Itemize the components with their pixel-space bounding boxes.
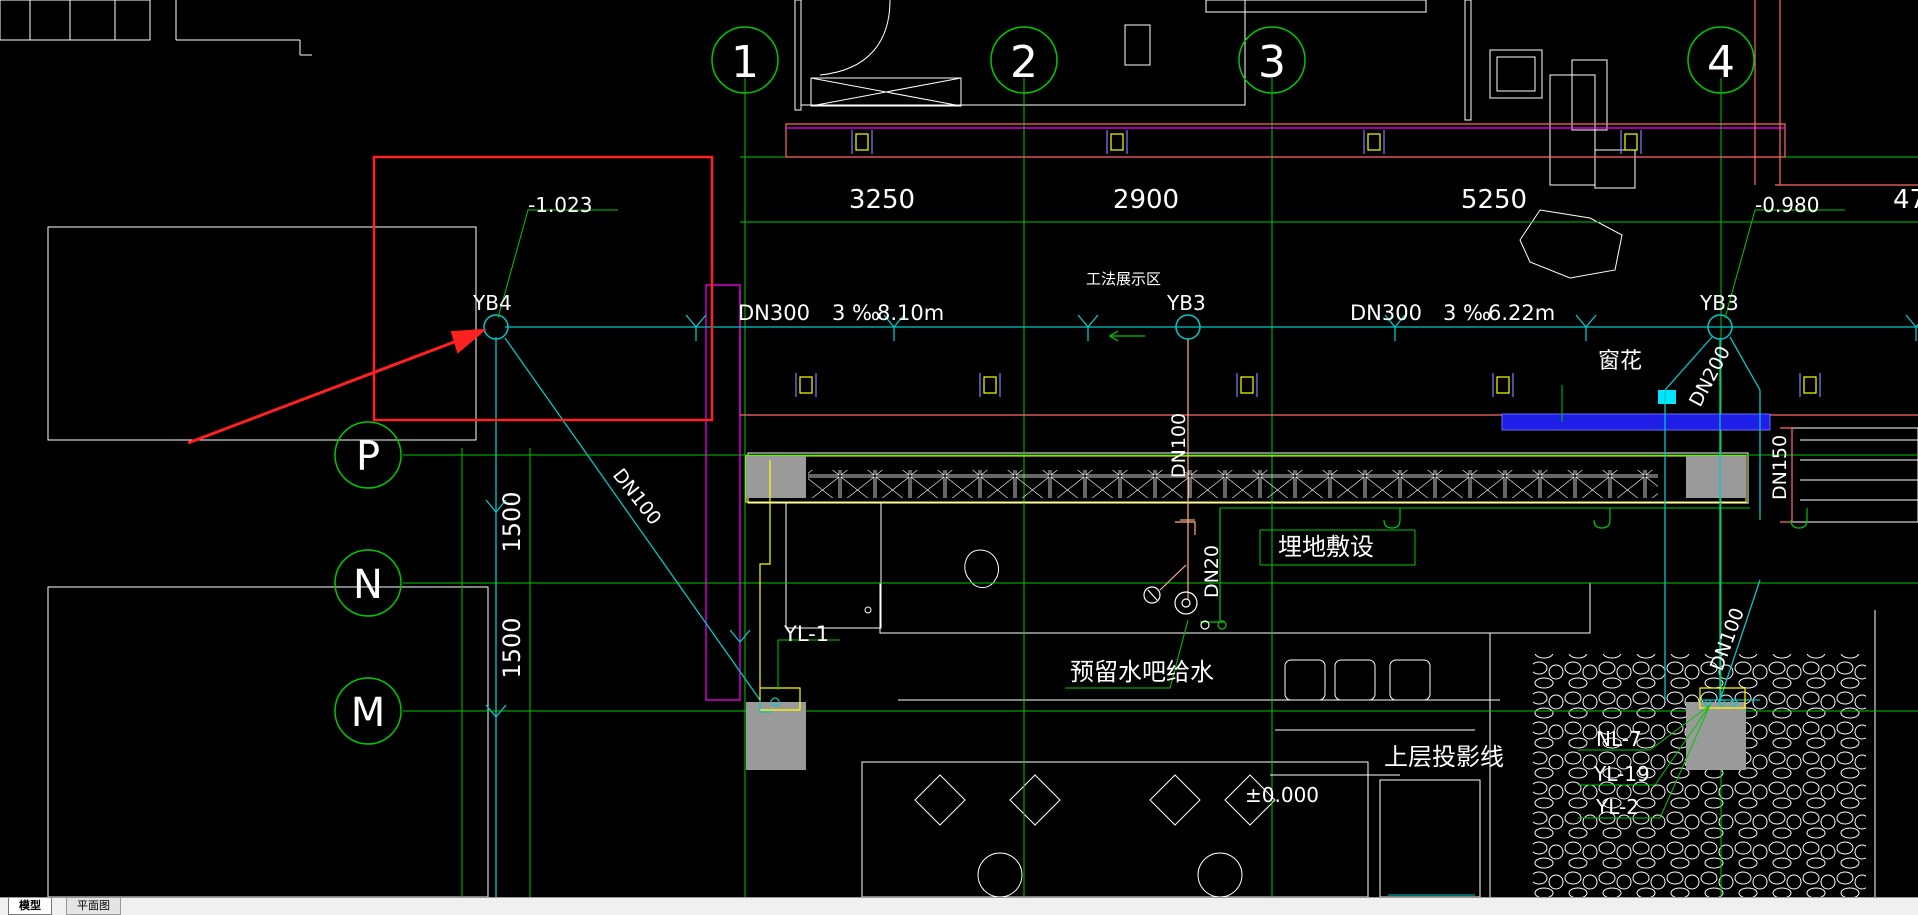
pipe-dn20: DN20 <box>1201 545 1223 598</box>
elevation-zero: ±0.000 <box>1245 783 1319 807</box>
layout-tab-bar: 模型 平面图 <box>0 897 1918 915</box>
pipe-dn150: DN150 <box>1769 435 1791 500</box>
buried-label: 埋地敷设 <box>1278 533 1374 561</box>
svg-text:1: 1 <box>731 37 759 88</box>
pit-label-yb3-a: YB3 <box>1166 291 1206 315</box>
svg-text:2: 2 <box>1010 37 1038 88</box>
svg-text:N: N <box>353 562 383 608</box>
pipe1-slope: 3 ‰ <box>832 301 880 325</box>
grid-bubble-P: P <box>334 421 402 489</box>
grid-bubble-2: 2 <box>990 26 1058 94</box>
pipe1-length: 8.10m <box>877 301 944 325</box>
riser-yl2: YL-2 <box>1595 795 1639 819</box>
pipe2-slope: 3 ‰ <box>1443 301 1491 325</box>
pile-markers <box>795 130 1821 397</box>
elevation-left: -1.023 <box>528 193 592 217</box>
tab-plan[interactable]: 平面图 <box>66 898 121 915</box>
window-label: 窗花 <box>1598 349 1642 374</box>
riser-yl1: YL-1 <box>783 622 829 646</box>
pipe2-length: 6.22m <box>1488 301 1555 325</box>
svg-text:M: M <box>351 690 386 736</box>
fitting-marker <box>1658 390 1676 404</box>
dim-row-N-M: 1500 <box>498 617 526 678</box>
svg-text:3: 3 <box>1258 37 1286 88</box>
cad-drawing-canvas[interactable]: 1 2 3 4 P N M 3250 2900 5250 47 1500 150… <box>0 0 1918 897</box>
riser-yl19: YL-19 <box>1593 762 1650 786</box>
svg-text:P: P <box>356 434 380 480</box>
reserve-label: 预留水吧给水 <box>1070 658 1214 686</box>
window-band <box>1501 413 1771 431</box>
pipe-dn200: DN200 <box>1685 343 1735 411</box>
dim-span-1-2: 3250 <box>849 185 915 215</box>
dim-span-3-4: 5250 <box>1461 185 1527 215</box>
dim-row-P-N: 1500 <box>498 491 526 552</box>
dim-span-4-next: 47 <box>1893 185 1918 215</box>
grid-bubble-4: 4 <box>1687 26 1755 94</box>
dim-span-2-3: 2900 <box>1113 185 1179 215</box>
pipe2-size: DN300 <box>1350 301 1422 325</box>
red-annotation <box>187 155 714 445</box>
pipe-dn100-vert: DN100 <box>1168 413 1190 478</box>
grid-bubble-1: 1 <box>711 26 779 94</box>
area-label: 工法展示区 <box>1086 270 1161 288</box>
beam-hatch <box>808 470 1658 498</box>
svg-text:4: 4 <box>1707 37 1735 88</box>
elevation-right: -0.980 <box>1755 193 1819 217</box>
grid-bubble-3: 3 <box>1238 26 1306 94</box>
pipe1-size: DN300 <box>738 301 810 325</box>
pit-label-yb4: YB4 <box>472 291 512 315</box>
grid-bubble-N: N <box>334 549 402 617</box>
pit-label-yb3-b: YB3 <box>1699 291 1739 315</box>
riser-nl7: NL-7 <box>1596 727 1642 751</box>
upper-projection-label: 上层投影线 <box>1384 743 1504 771</box>
grid-bubble-M: M <box>334 677 402 745</box>
tab-model[interactable]: 模型 <box>8 898 52 915</box>
